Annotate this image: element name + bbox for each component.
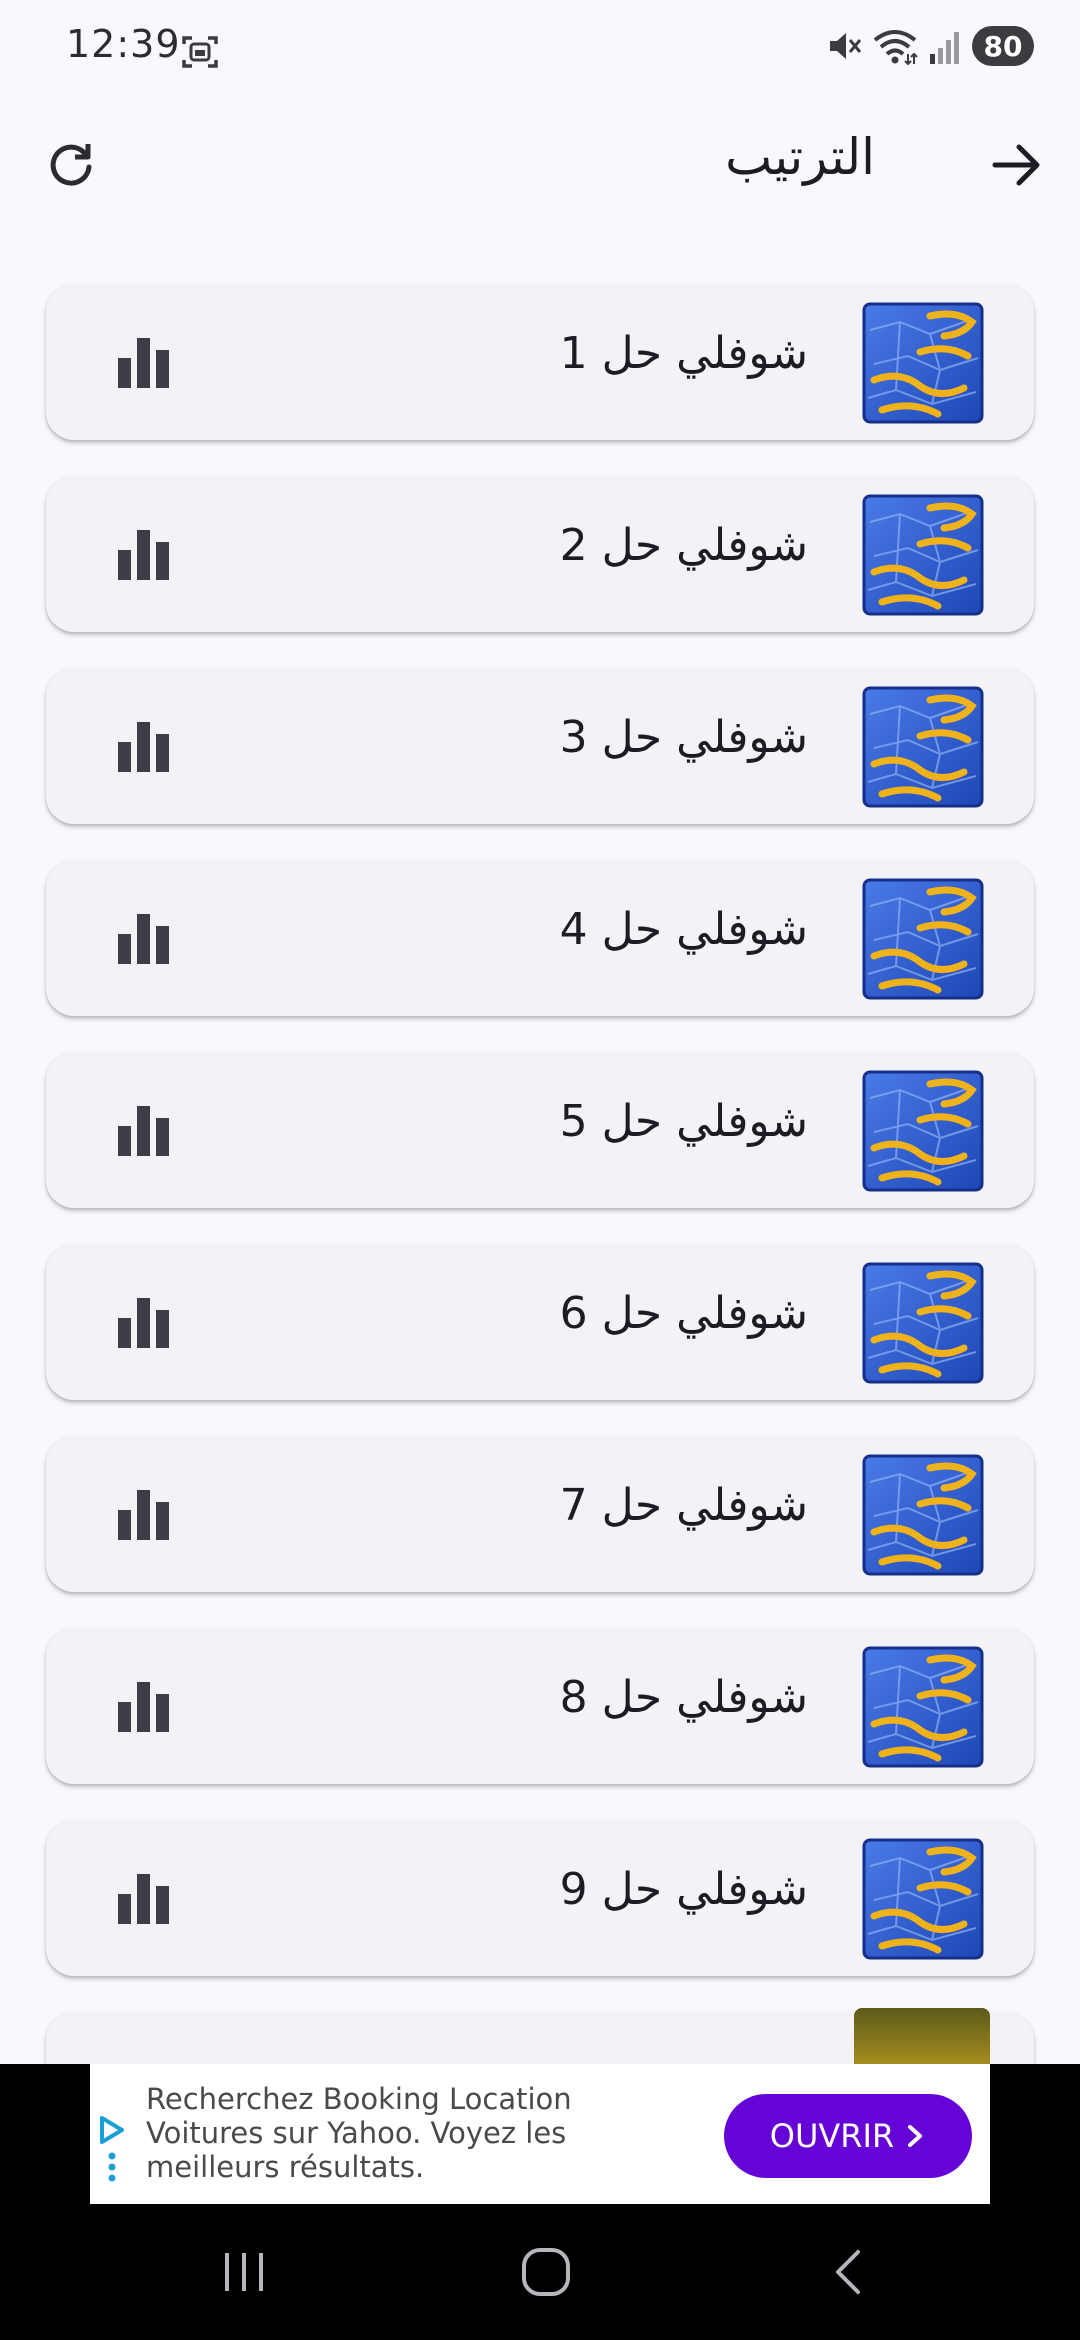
level-title: شوفلي حل 2: [559, 520, 808, 571]
level-thumbnail: [860, 876, 986, 1002]
arrow-forward-icon: [992, 144, 1040, 186]
level-card[interactable]: شوفلي حل 6: [46, 1244, 1034, 1400]
level-card[interactable]: شوفلي حل 3: [46, 668, 1034, 824]
back-button[interactable]: [808, 2232, 888, 2312]
level-title: شوفلي حل 4: [559, 904, 808, 955]
level-title: شوفلي حل 9: [559, 1864, 808, 1915]
puzzle-thumbnail-icon: [862, 686, 984, 808]
ad-text: Recherchez Booking Location Voitures sur…: [146, 2082, 572, 2184]
page-title: الترتيب: [725, 128, 875, 186]
level-thumbnail: [860, 1452, 986, 1578]
system-nav-bar: [0, 2204, 1080, 2340]
bar-chart-icon[interactable]: [116, 528, 174, 580]
battery-indicator: 80: [972, 26, 1034, 66]
bar-chart-icon[interactable]: [116, 1488, 174, 1540]
status-time: 12:39: [66, 22, 181, 66]
level-title: شوفلي حل 6: [559, 1288, 808, 1339]
back-icon: [836, 2250, 860, 2294]
signal-icon: [930, 32, 959, 64]
level-card[interactable]: شوفلي حل 7: [46, 1436, 1034, 1592]
level-thumbnail: [860, 684, 986, 810]
chevron-right-icon: [908, 2125, 923, 2147]
bar-chart-icon[interactable]: [116, 1872, 174, 1924]
wifi-icon: [873, 30, 918, 66]
status-bar: 12:39 80: [0, 0, 1080, 100]
level-card[interactable]: شوفلي حل 2: [46, 476, 1034, 632]
ad-banner[interactable]: Recherchez Booking Location Voitures sur…: [90, 2064, 990, 2204]
level-card[interactable]: شوفلي حل 5: [46, 1052, 1034, 1208]
bar-chart-icon[interactable]: [116, 1680, 174, 1732]
level-thumbnail: [860, 1068, 986, 1194]
level-thumbnail: [860, 1644, 986, 1770]
ad-open-label: OUVRIR: [769, 2117, 895, 2155]
bar-chart-icon[interactable]: [116, 336, 174, 388]
bar-chart-icon[interactable]: [116, 1296, 174, 1348]
level-card[interactable]: شوفلي حل 9: [46, 1820, 1034, 1976]
level-card[interactable]: شوفلي حل 4: [46, 860, 1034, 1016]
level-title: شوفلي حل 5: [559, 1096, 808, 1147]
home-button[interactable]: [506, 2232, 586, 2312]
level-thumbnail: [860, 1836, 986, 1962]
screenshot-icon: [182, 36, 218, 68]
level-card[interactable]: شوفلي حل 1: [46, 284, 1034, 440]
puzzle-thumbnail-icon: [862, 1070, 984, 1192]
level-thumbnail: [860, 1260, 986, 1386]
level-thumbnail: [860, 492, 986, 618]
level-thumbnail: [860, 300, 986, 426]
app-bar: الترتيب: [0, 110, 1080, 220]
bar-chart-icon[interactable]: [116, 912, 174, 964]
bar-chart-icon[interactable]: [116, 1104, 174, 1156]
mute-icon: [830, 33, 862, 59]
level-title: شوفلي حل 3: [559, 712, 808, 763]
refresh-icon: [50, 144, 92, 186]
puzzle-thumbnail-icon: [862, 1838, 984, 1960]
recent-apps-icon: [225, 2253, 263, 2291]
ad-open-button[interactable]: OUVRIR: [724, 2094, 972, 2178]
level-title: شوفلي حل 8: [559, 1672, 808, 1723]
level-list: شوفلي حل 1 شوفلي حل 2 شوفلي حل 3 شوفلي ح…: [46, 284, 1036, 2204]
level-title: شوفلي حل 7: [559, 1480, 808, 1531]
puzzle-thumbnail-icon: [862, 878, 984, 1000]
bar-chart-icon[interactable]: [116, 720, 174, 772]
puzzle-thumbnail-icon: [862, 1262, 984, 1384]
level-card[interactable]: شوفلي حل 8: [46, 1628, 1034, 1784]
puzzle-thumbnail-icon: [862, 1646, 984, 1768]
level-title: شوفلي حل 1: [559, 328, 808, 379]
refresh-button[interactable]: [38, 132, 104, 198]
forward-button[interactable]: [984, 132, 1050, 198]
puzzle-thumbnail-icon: [862, 1454, 984, 1576]
puzzle-thumbnail-icon: [862, 302, 984, 424]
ad-choices-icon[interactable]: [96, 2114, 128, 2184]
home-icon: [522, 2248, 570, 2296]
puzzle-thumbnail-icon: [862, 494, 984, 616]
recent-apps-button[interactable]: [204, 2232, 284, 2312]
